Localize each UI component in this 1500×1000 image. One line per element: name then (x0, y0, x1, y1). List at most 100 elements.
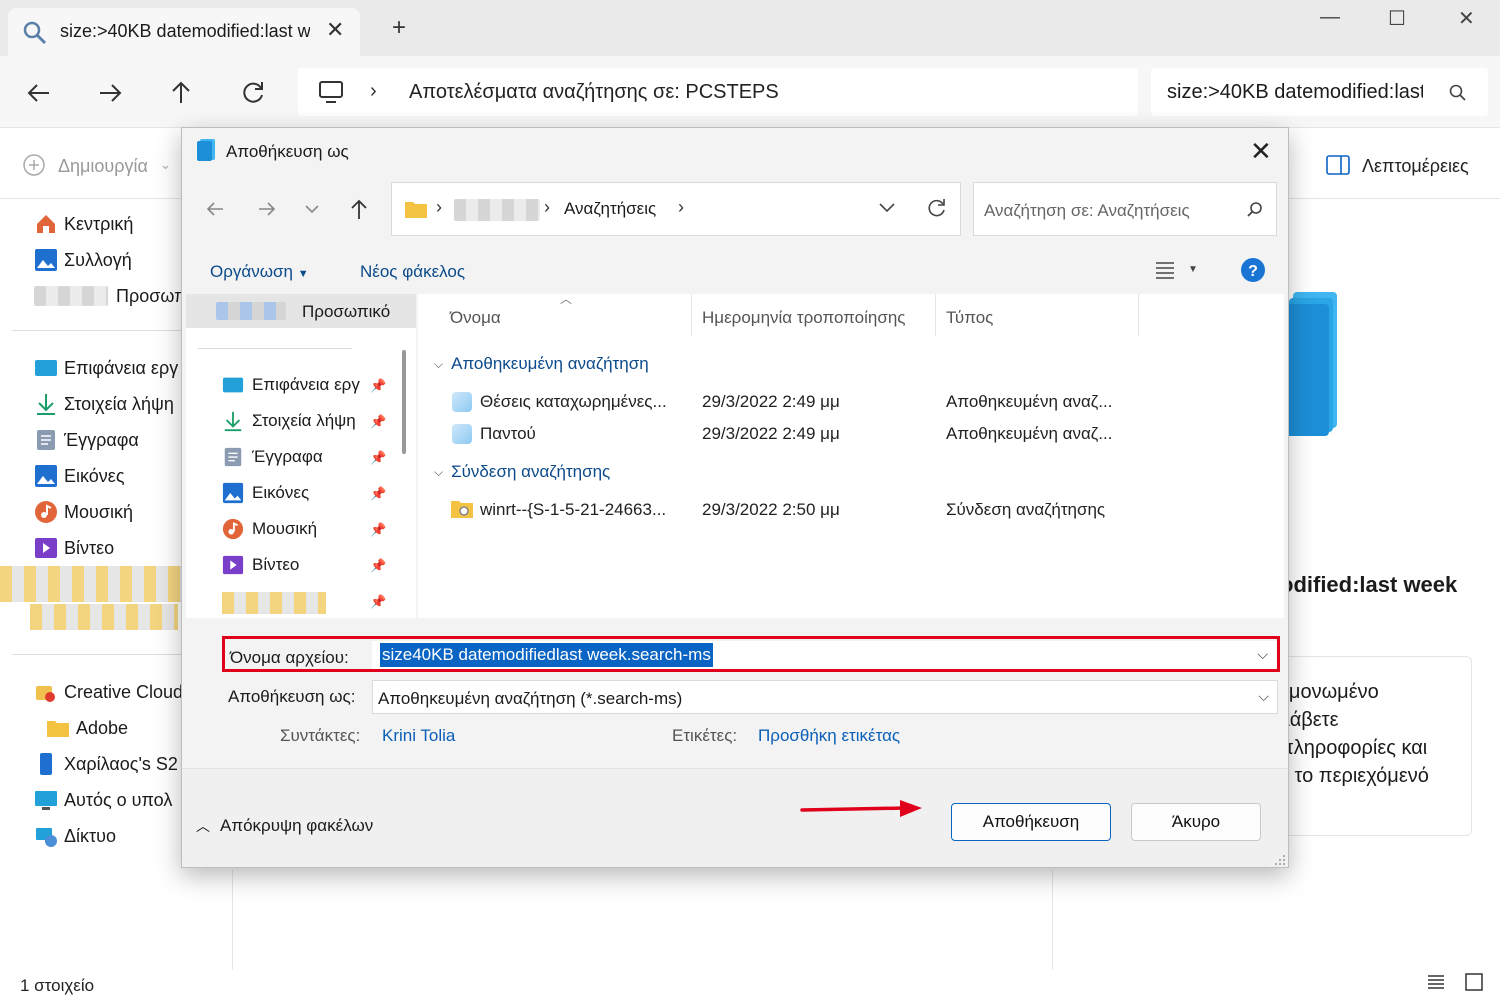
explorer-search-input[interactable]: size:>40KB datemodified:last week (1151, 68, 1488, 116)
resize-grip-icon[interactable] (1274, 854, 1286, 866)
save-type-value: Αποθηκευμένη αναζήτηση (*.search-ms) (378, 689, 683, 708)
dialog-close-icon[interactable]: ✕ (1250, 136, 1272, 167)
organize-button[interactable]: Οργάνωση ▼ (210, 262, 309, 282)
file-name: Θέσεις καταχωρημένες... (480, 392, 667, 411)
sidebar-item-videos[interactable]: Βίντεο (34, 534, 114, 562)
sidebar-item-downloads[interactable]: Στοιχεία λήψη (34, 390, 174, 418)
blurred-path (454, 199, 540, 221)
sidebar-item-network[interactable]: Δίκτυο (34, 822, 116, 850)
chevron-down-icon[interactable]: ⌵ (1258, 688, 1269, 705)
file-date: 29/3/2022 2:49 μμ (702, 424, 840, 443)
sidebar-item-adobe[interactable]: Adobe (46, 714, 128, 742)
tags-label: Ετικέτες: (672, 726, 738, 745)
sidebar-item-creative-cloud[interactable]: Creative Cloud (34, 678, 183, 706)
divider (12, 654, 182, 655)
chevron-right-icon[interactable]: › (436, 197, 442, 218)
pictures-icon (222, 482, 244, 504)
chevron-down-icon[interactable] (304, 202, 320, 216)
column-header-type[interactable]: Τύπος (946, 308, 993, 328)
add-tag-link[interactable]: Προσθήκη ετικέτας (758, 726, 900, 746)
column-header-date[interactable]: Ημερομηνία τροποποίησης (702, 308, 905, 328)
sidebar-item-label: Εικόνες (64, 465, 125, 486)
chevron-right-icon[interactable]: › (544, 197, 550, 218)
pin-icon[interactable]: 📌 (370, 414, 386, 430)
back-arrow-icon[interactable] (24, 78, 54, 108)
new-folder-button[interactable]: Νέος φάκελος (360, 262, 465, 282)
column-separator[interactable] (1138, 294, 1139, 336)
column-header-name[interactable]: Όνομα (450, 308, 501, 328)
minimize-icon[interactable]: — (1320, 6, 1340, 29)
tree-item-pictures[interactable]: Εικόνες (222, 480, 309, 506)
save-type-select[interactable]: Αποθηκευμένη αναζήτηση (*.search-ms) ⌵ (372, 680, 1278, 714)
pictures-icon (35, 465, 57, 487)
view-options-icon[interactable] (1154, 260, 1176, 280)
forward-arrow-icon[interactable] (256, 198, 278, 220)
chevron-down-icon[interactable]: ⌵ (1257, 646, 1268, 663)
blurred-item (222, 592, 326, 614)
back-arrow-icon[interactable] (204, 198, 226, 220)
list-view-icon[interactable] (1426, 972, 1446, 992)
close-tab-icon[interactable]: ✕ (326, 17, 344, 43)
search-icon[interactable] (1449, 84, 1467, 102)
column-separator[interactable] (935, 294, 936, 336)
chevron-down-icon[interactable] (878, 201, 896, 215)
help-icon[interactable]: ? (1240, 257, 1266, 283)
file-type: Αποθηκευμένη αναζ... (946, 392, 1113, 411)
sidebar-item-phone[interactable]: Χαρίλαος's S2 (34, 750, 178, 778)
details-button[interactable]: Λεπτομέρειες (1362, 156, 1469, 177)
pin-icon[interactable]: 📌 (370, 558, 386, 574)
hide-folders-button[interactable]: ︿ Απόκρυψη φακέλων (196, 816, 373, 836)
pin-icon[interactable]: 📌 (370, 522, 386, 538)
save-button[interactable]: Αποθήκευση (951, 803, 1111, 841)
sidebar-item-desktop[interactable]: Επιφάνεια εργ (34, 354, 178, 382)
group-header-saved-search[interactable]: ⌵ Αποθηκευμένη αναζήτηση (434, 354, 649, 374)
pin-icon[interactable]: 📌 (370, 378, 386, 394)
breadcrumb-searches[interactable]: Αναζητήσεις (564, 199, 656, 219)
sidebar-item-pictures[interactable]: Εικόνες (34, 462, 125, 490)
refresh-icon[interactable] (238, 78, 268, 108)
tree-item-downloads[interactable]: Στοιχεία λήψη (222, 408, 356, 434)
pin-icon[interactable]: 📌 (370, 450, 386, 466)
maximize-icon[interactable]: ☐ (1388, 6, 1406, 31)
close-window-icon[interactable]: ✕ (1458, 6, 1475, 31)
tree-item-music[interactable]: Μουσική (222, 516, 317, 542)
pin-icon[interactable]: 📌 (370, 594, 386, 610)
cancel-button[interactable]: Άκυρο (1131, 803, 1261, 841)
authors-value[interactable]: Krini Tolia (382, 726, 455, 746)
address-bar[interactable]: › Αποτελέσματα αναζήτησης σε: PCSTEPS (298, 68, 1138, 116)
chevron-right-icon[interactable]: › (370, 80, 377, 103)
caret-down-icon[interactable]: ▼ (1188, 264, 1198, 275)
sidebar-item-home[interactable]: Κεντρική (34, 210, 133, 238)
dialog-address-bar[interactable]: › › Αναζητήσεις › (391, 182, 961, 236)
filename-input[interactable]: size40KB datemodifiedlast week.search-ms… (372, 641, 1276, 669)
tree-item-personal[interactable]: Προσωπικό (186, 294, 416, 328)
tree-scrollbar[interactable] (402, 350, 406, 454)
sidebar-item-gallery[interactable]: Συλλογή (34, 246, 132, 274)
tree-item-desktop[interactable]: Επιφάνεια εργ (222, 372, 360, 398)
tree-item-videos[interactable]: Βίντεο (222, 552, 299, 578)
tree-item-label: Μουσική (252, 519, 318, 538)
create-button[interactable]: Δημιουργία (58, 156, 148, 177)
search-icon[interactable] (1246, 201, 1264, 219)
sidebar-item-music[interactable]: Μουσική (34, 498, 133, 526)
sidebar-item-documents[interactable]: Έγγραφα (34, 426, 139, 454)
new-tab-icon[interactable]: + (392, 16, 406, 40)
tree-item-label: Προσωπικό (302, 302, 391, 321)
forward-arrow-icon[interactable] (95, 78, 125, 108)
tiles-view-icon[interactable] (1464, 972, 1484, 992)
chevron-right-icon[interactable]: › (678, 197, 684, 218)
dialog-title: Αποθήκευση ως (226, 142, 349, 161)
sidebar-item-this-pc[interactable]: Αυτός ο υπολ (34, 786, 172, 814)
refresh-icon[interactable] (926, 197, 948, 219)
pin-icon[interactable]: 📌 (370, 486, 386, 502)
tab-search-results[interactable]: size:>40KB datemodified:last week ✕ (8, 8, 360, 56)
column-separator[interactable] (691, 294, 692, 336)
up-arrow-icon[interactable] (166, 78, 196, 108)
up-arrow-icon[interactable] (348, 197, 370, 221)
dialog-search-input[interactable]: Αναζήτηση σε: Αναζητήσεις (973, 182, 1277, 236)
saved-search-icon (197, 139, 215, 161)
sidebar-item-personal[interactable]: Προσωπ (34, 282, 187, 310)
tree-item-documents[interactable]: Έγγραφα (222, 444, 323, 470)
creative-cloud-icon (36, 686, 55, 702)
group-header-search-connector[interactable]: ⌵ Σύνδεση αναζήτησης (434, 462, 610, 482)
